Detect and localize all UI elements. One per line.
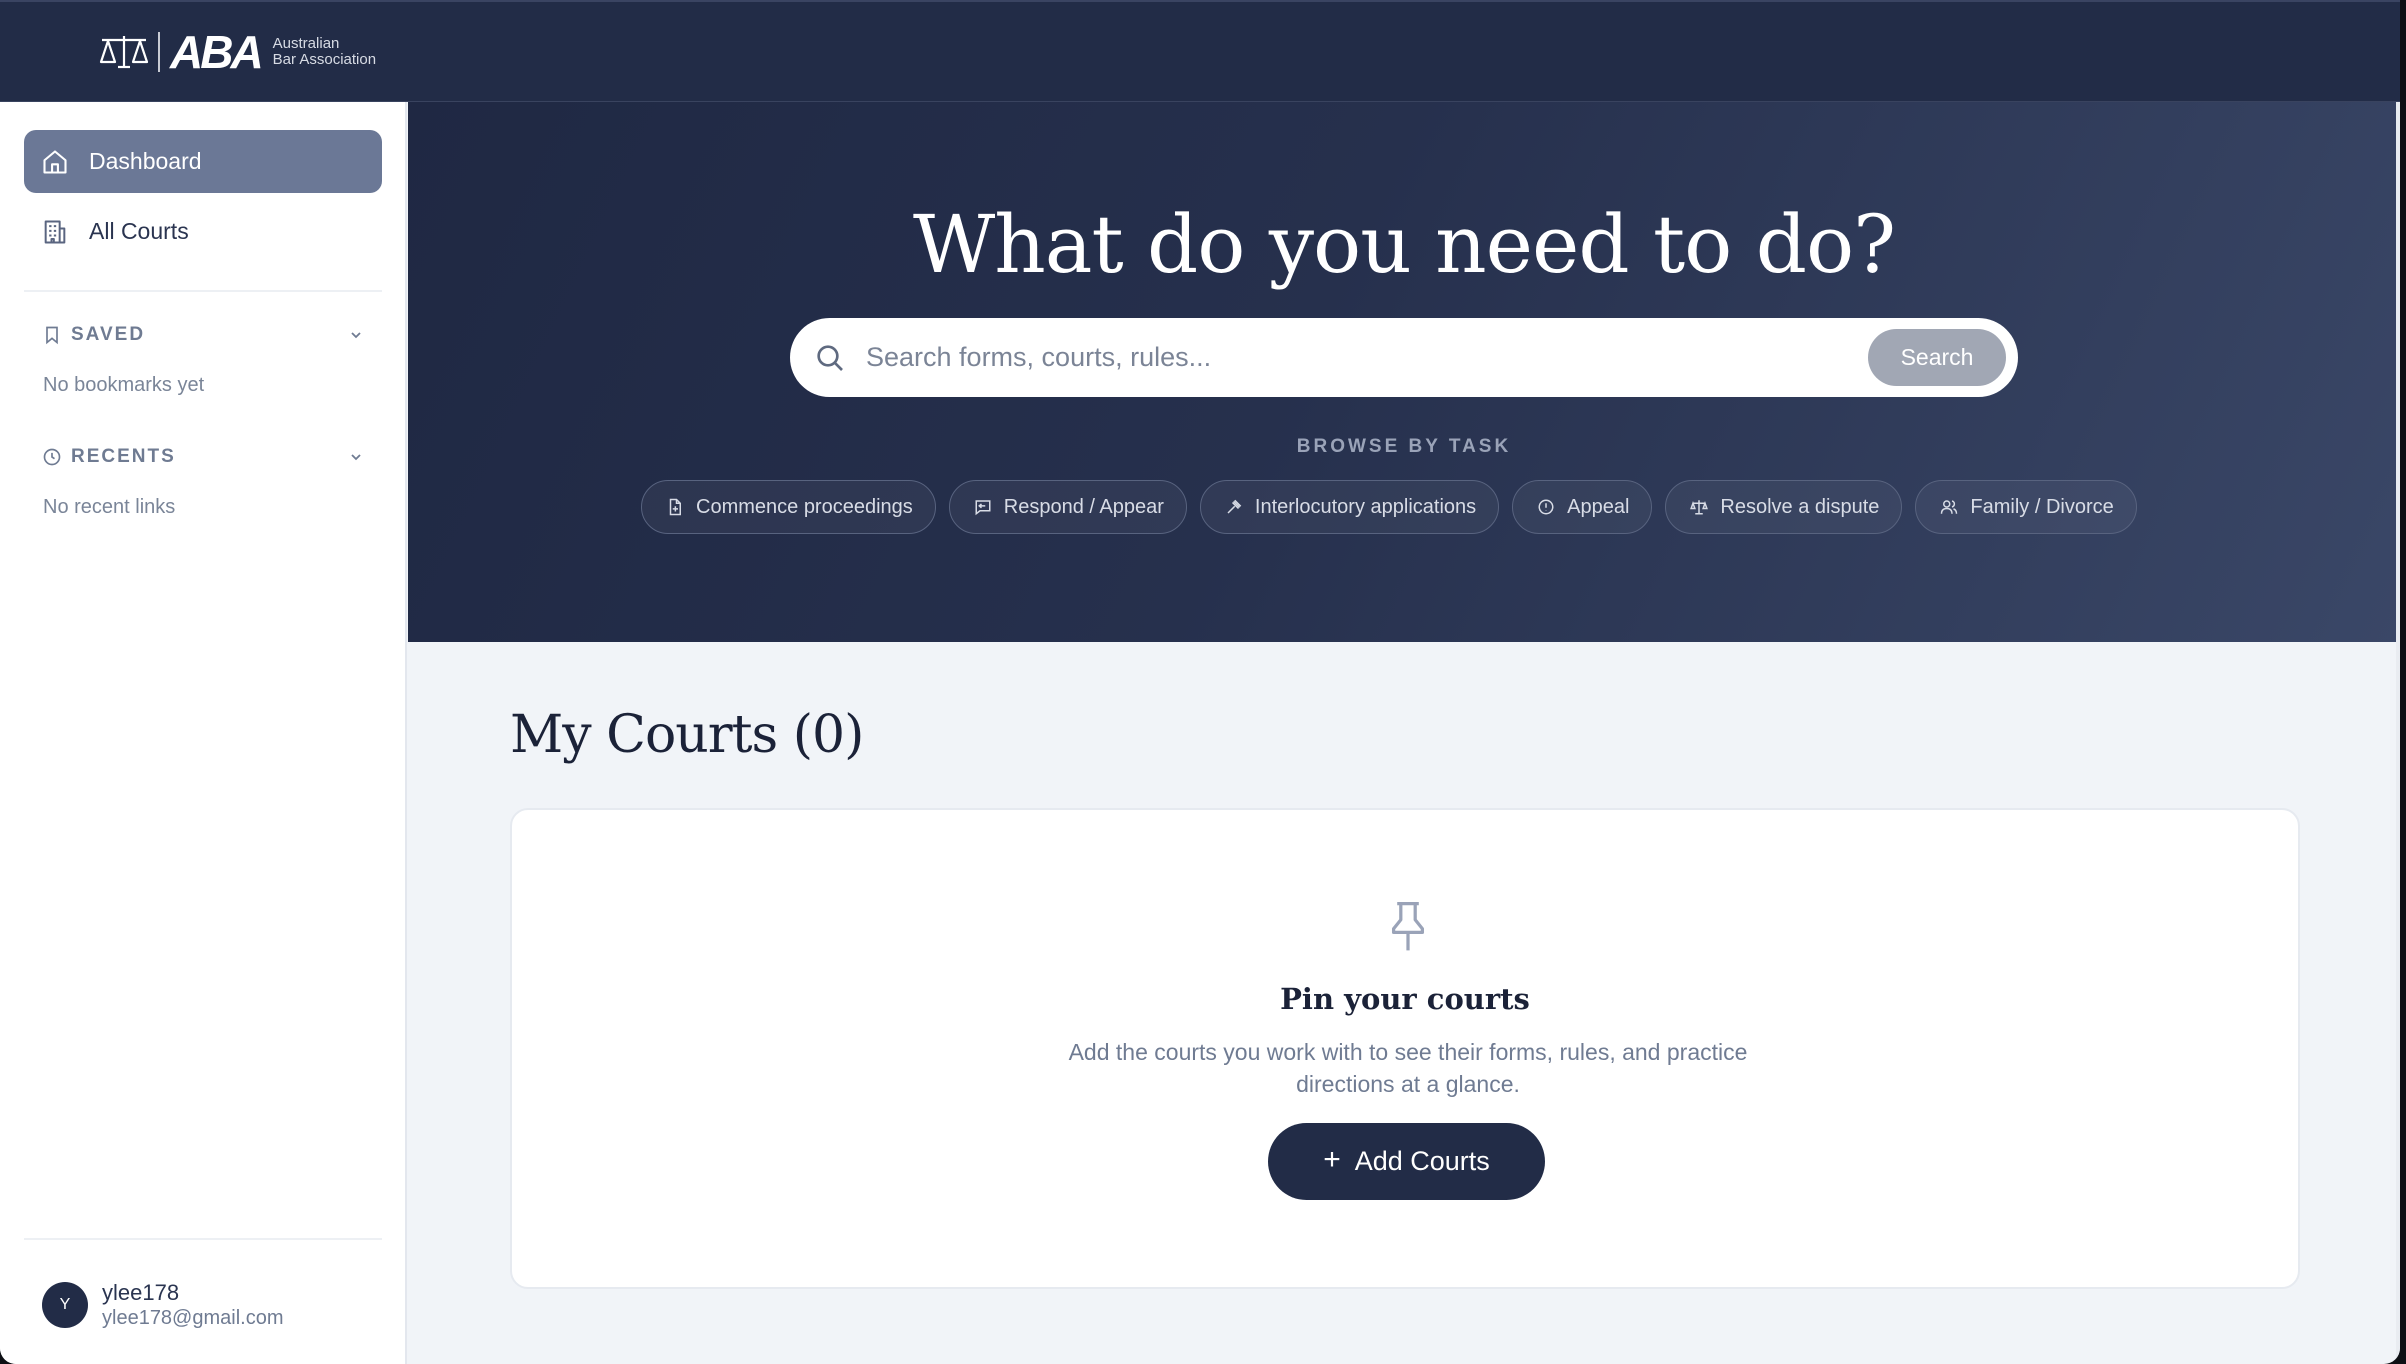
task-chip-commence-proceedings[interactable]: Commence proceedings xyxy=(641,480,936,534)
file-plus-icon xyxy=(669,498,681,516)
scrollbar-track[interactable] xyxy=(2396,102,2400,1364)
task-chips: Commence proceedings Respond / Appear In… xyxy=(641,480,2150,534)
recents-section-title: RECENTS xyxy=(71,446,176,467)
sidebar-divider xyxy=(24,1238,382,1240)
pin-icon xyxy=(1391,901,1425,951)
logo-wordmark: ABA xyxy=(170,25,264,78)
task-chip-family-divorce[interactable]: Family / Divorce xyxy=(1915,480,2137,534)
organization-name: Australian Bar Association xyxy=(272,34,377,68)
avatar: Y xyxy=(42,1282,88,1328)
message-reply-icon xyxy=(975,500,991,516)
task-chip-appeal[interactable]: Appeal xyxy=(1512,480,1653,534)
plus-icon: + xyxy=(1323,1143,1341,1176)
saved-section-title: SAVED xyxy=(71,324,146,345)
task-chip-interlocutory-applications[interactable]: Interlocutory applications xyxy=(1199,480,1500,534)
users-icon xyxy=(1941,500,1958,514)
clock-icon xyxy=(43,448,61,466)
sidebar-item-label: All Courts xyxy=(89,218,189,244)
hero-title: What do you need to do? xyxy=(913,198,1896,291)
empty-courts-card: Pin your courts Add the courts you work … xyxy=(510,808,2300,1289)
browse-by-task-label: BROWSE BY TASK xyxy=(1296,436,1512,457)
sidebar-item-label: Dashboard xyxy=(89,148,202,174)
sidebar: Dashboard All Courts SAVED No bookmarks … xyxy=(0,102,407,1364)
add-courts-label: Add Courts xyxy=(1354,1146,1490,1176)
task-chip-respond-appear[interactable]: Respond / Appear xyxy=(948,480,1187,534)
empty-state-heading: Pin your courts xyxy=(1280,982,1530,1016)
chevron-down-icon xyxy=(351,332,361,339)
recents-empty-text: No recent links xyxy=(43,496,176,518)
chevron-down-icon xyxy=(351,454,361,461)
user-email: ylee178@gmail.com xyxy=(102,1307,284,1329)
bookmark-icon xyxy=(46,326,58,345)
hero-section: What do you need to do? Search BROWSE BY… xyxy=(408,102,2400,642)
search-button[interactable]: Search xyxy=(1868,329,2006,386)
scale-icon xyxy=(1690,500,1709,515)
empty-state-description: Add the courts you work with to see thei… xyxy=(1068,1039,1748,1097)
search-input[interactable] xyxy=(866,342,1868,373)
saved-section-toggle[interactable]: SAVED xyxy=(42,324,364,346)
user-name: ylee178 xyxy=(102,1280,180,1305)
search-bar: Search xyxy=(790,318,2018,397)
saved-empty-text: No bookmarks yet xyxy=(43,374,205,396)
building-icon xyxy=(44,220,66,243)
task-chip-resolve-dispute[interactable]: Resolve a dispute xyxy=(1665,480,1903,534)
scales-logo-icon xyxy=(99,35,149,68)
sidebar-item-dashboard[interactable]: Dashboard xyxy=(24,130,382,193)
top-bar: ABA Australian Bar Association xyxy=(0,0,2400,102)
app-window: ABA Australian Bar Association Dashboard… xyxy=(0,0,2400,1364)
user-profile[interactable]: Y ylee178 ylee178@gmail.com xyxy=(42,1280,284,1330)
alert-circle-icon xyxy=(1538,499,1554,515)
add-courts-button[interactable]: + Add Courts xyxy=(1268,1123,1545,1200)
home-icon xyxy=(43,149,67,174)
recents-section-toggle[interactable]: RECENTS xyxy=(42,446,364,468)
sidebar-item-all-courts[interactable]: All Courts xyxy=(24,200,382,263)
logo-separator xyxy=(158,31,160,72)
gavel-icon xyxy=(1227,499,1242,514)
brand-logo[interactable]: ABA Australian Bar Association xyxy=(98,25,376,79)
search-icon xyxy=(817,344,843,371)
sidebar-divider xyxy=(24,290,382,292)
my-courts-title: My Courts (0) xyxy=(510,705,864,765)
